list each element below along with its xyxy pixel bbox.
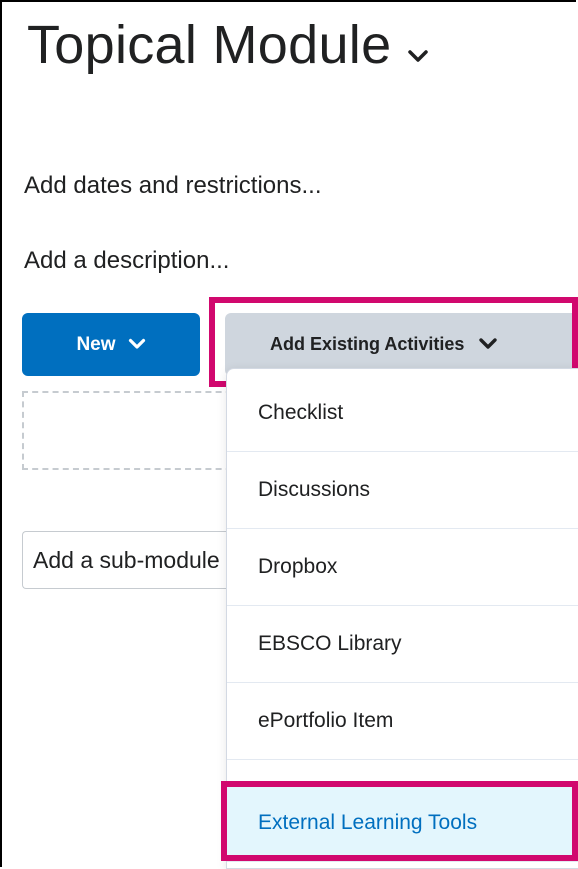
module-title-text: Topical Module [27, 15, 392, 75]
menu-item-label: EBSCO Library [258, 632, 402, 655]
drop-zone [22, 391, 242, 470]
add-dates-restrictions-link[interactable]: Add dates and restrictions... [24, 172, 322, 200]
menu-item-label: Checklist [258, 401, 344, 424]
menu-item-label: Dropbox [258, 555, 338, 578]
new-button-label: New [76, 333, 116, 355]
menu-item-ebsco-library[interactable]: EBSCO Library [227, 606, 578, 683]
menu-item-discussions[interactable]: Discussions [227, 452, 578, 529]
chevron-down-icon[interactable] [407, 14, 429, 76]
menu-item-checklist[interactable]: Checklist [227, 375, 578, 452]
add-submodule-input[interactable]: Add a sub-module [22, 531, 242, 589]
menu-item-dropbox[interactable]: Dropbox [227, 529, 578, 606]
new-button[interactable]: New [22, 313, 200, 376]
add-description-link[interactable]: Add a description... [24, 247, 229, 275]
menu-item-label: ePortfolio Item [258, 709, 394, 732]
highlight-box-external-learning-tools [221, 781, 578, 861]
chevron-down-icon [128, 334, 146, 356]
page-title: Topical Module [27, 14, 429, 80]
menu-item-label: Discussions [258, 478, 371, 501]
menu-item-eportfolio-item[interactable]: ePortfolio Item [227, 683, 578, 760]
